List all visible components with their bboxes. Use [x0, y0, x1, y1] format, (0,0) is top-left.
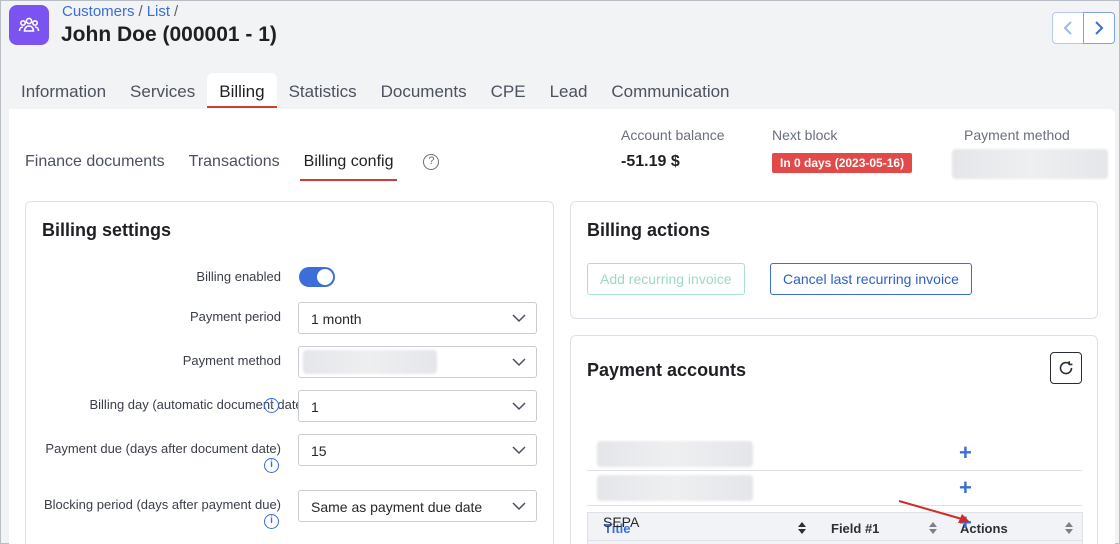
add-icon[interactable]: + — [959, 477, 972, 499]
main-tabs: Information Services Billing Statistics … — [9, 73, 742, 109]
chevron-down-icon — [512, 502, 526, 511]
billing-actions-title: Billing actions — [587, 220, 711, 240]
page-header: Customers / List / John Doe (000001 - 1) — [1, 1, 1119, 73]
tab-information[interactable]: Information — [9, 73, 118, 109]
tab-cpe[interactable]: CPE — [479, 73, 538, 109]
payment-due-label: Payment due (days after document date) — [45, 441, 281, 456]
tab-lead[interactable]: Lead — [538, 73, 600, 109]
chevron-down-icon — [512, 402, 526, 411]
account-balance-value: -51.19 $ — [621, 153, 680, 170]
billing-actions-card: Billing actions Add recurring invoice Ca… — [570, 201, 1098, 319]
chevron-right-icon — [1095, 21, 1104, 35]
payment-due-value: 15 — [311, 443, 327, 459]
payment-period-select[interactable]: 1 month — [298, 302, 537, 334]
billing-day-value: 1 — [311, 399, 319, 415]
billing-settings-title: Billing settings — [42, 220, 172, 240]
payment-period-value: 1 month — [311, 311, 362, 327]
chevron-down-icon — [512, 358, 526, 367]
breadcrumb-customers[interactable]: Customers — [62, 3, 135, 20]
add-icon[interactable]: + — [959, 442, 972, 464]
page-title: John Doe (000001 - 1) — [61, 23, 277, 46]
customers-icon — [9, 5, 49, 45]
account-balance-label: Account balance — [621, 127, 725, 143]
next-block-badge: In 0 days (2023-05-16) — [772, 153, 913, 173]
record-navigation — [1052, 12, 1115, 44]
tab-services[interactable]: Services — [118, 73, 207, 109]
payment-method-select[interactable] — [298, 346, 537, 378]
account-title-redacted — [597, 441, 753, 467]
blocking-period-value: Same as payment due date — [311, 499, 483, 515]
chevron-down-icon — [512, 314, 526, 323]
cancel-last-recurring-invoice-button[interactable]: Cancel last recurring invoice — [770, 263, 972, 295]
tab-statistics[interactable]: Statistics — [277, 73, 369, 109]
refresh-icon — [1059, 361, 1073, 375]
info-icon[interactable]: i — [264, 458, 279, 473]
billing-subtabs: Finance documents Transactions Billing c… — [25, 153, 440, 181]
payment-period-label: Payment period — [189, 309, 281, 324]
breadcrumb-list[interactable]: List — [147, 3, 170, 20]
next-block-label: Next block — [772, 127, 838, 143]
account-balance: Account balance -51.19 $ — [621, 127, 725, 171]
table-row: + — [587, 436, 1082, 471]
previous-button[interactable] — [1052, 12, 1084, 44]
tab-billing[interactable]: Billing — [207, 73, 277, 109]
account-title: SEPA — [603, 514, 640, 530]
subtab-transactions[interactable]: Transactions — [189, 153, 280, 179]
billing-enabled-label: Billing enabled — [196, 269, 281, 284]
billing-settings-card: Billing settings Billing enabled Payment… — [25, 201, 554, 544]
table-row: + — [587, 471, 1082, 506]
payment-method-field-label: Payment method — [182, 353, 281, 368]
payment-method-select-redacted — [303, 350, 437, 374]
refresh-button[interactable] — [1050, 352, 1082, 384]
breadcrumb: Customers / List / — [62, 3, 179, 20]
blocking-period-label: Blocking period (days after payment due) — [43, 497, 281, 512]
tab-documents[interactable]: Documents — [369, 73, 479, 109]
next-block: Next block In 0 days (2023-05-16) — [772, 127, 913, 173]
blocking-period-select[interactable]: Same as payment due date — [298, 490, 537, 522]
help-icon[interactable]: ? — [423, 154, 440, 170]
subtab-billing-config[interactable]: Billing config — [299, 153, 398, 181]
next-button[interactable] — [1083, 12, 1115, 44]
annotation-arrow-icon — [898, 500, 970, 523]
billing-day-select[interactable]: 1 — [298, 390, 537, 422]
info-icon[interactable]: i — [264, 514, 279, 529]
account-title-redacted — [597, 475, 753, 501]
chevron-left-icon — [1063, 21, 1072, 35]
payment-method-label: Payment method — [964, 127, 1070, 143]
payment-method-summary: Payment method — [952, 127, 1108, 179]
payment-method-redacted — [952, 149, 1108, 179]
payment-accounts-title: Payment accounts — [587, 360, 747, 380]
subtab-finance-documents[interactable]: Finance documents — [25, 153, 165, 179]
payment-due-select[interactable]: 15 — [298, 434, 537, 466]
info-icon[interactable]: i — [264, 398, 279, 413]
add-recurring-invoice-button[interactable]: Add recurring invoice — [587, 263, 745, 295]
billing-enabled-toggle[interactable] — [299, 267, 335, 287]
payment-accounts-rows: + + SEPA + — [587, 436, 1082, 541]
chevron-down-icon — [512, 446, 526, 455]
table-row: SEPA + — [587, 506, 1082, 541]
tab-communication[interactable]: Communication — [599, 73, 741, 109]
